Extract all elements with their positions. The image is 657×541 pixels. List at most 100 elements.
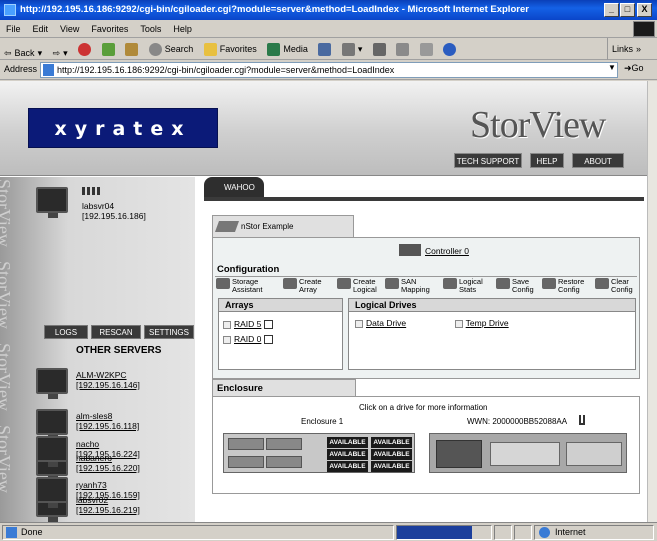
home-button[interactable] xyxy=(121,38,142,60)
nstor-tab-label: nStor Example xyxy=(241,222,294,231)
address-dropdown-icon[interactable]: ▼ xyxy=(608,63,616,72)
controller-link[interactable]: Controller 0 xyxy=(425,246,469,256)
server-link-ip[interactable]: [192.195.16.159] xyxy=(76,490,140,500)
available-drive[interactable]: AVAILABLE xyxy=(327,449,368,460)
server-link-ip[interactable]: [192.195.16.220] xyxy=(76,463,140,473)
toolbar: ⇦ Back ▾ ⇨ ▾ Search Favorites Media ▾ Lin… xyxy=(0,38,657,60)
storage-assistant-button[interactable]: Storage Assistant xyxy=(216,278,262,294)
menu-bar: File Edit View Favorites Tools Help xyxy=(0,20,657,38)
status-bar: Done Internet xyxy=(0,522,657,541)
logical-drives-box: Logical Drives Data Drive Temp Drive xyxy=(348,298,636,370)
logical-stats-button[interactable]: Logical Stats xyxy=(443,278,483,294)
window-title-bar: http://192.195.16.186:9292/cgi-bin/cgilo… xyxy=(0,0,657,20)
drive-slot[interactable] xyxy=(266,456,302,468)
help-button[interactable]: HELP xyxy=(530,153,564,168)
san-mapping-button[interactable]: SAN Mapping xyxy=(385,278,430,294)
menu-edit[interactable]: Edit xyxy=(27,20,55,38)
server-link-name[interactable]: ALM-W2KPC xyxy=(76,370,127,380)
available-drive[interactable]: AVAILABLE xyxy=(327,461,368,472)
server-monitor-icon[interactable] xyxy=(36,477,68,508)
array-edit-icon[interactable] xyxy=(263,335,273,345)
array-checkbox[interactable] xyxy=(223,335,231,344)
settings-button[interactable]: SETTINGS xyxy=(144,325,194,339)
sidebar-watermark: StorView xyxy=(0,343,14,411)
available-drive[interactable]: AVAILABLE xyxy=(327,437,368,448)
progress-bar xyxy=(396,525,492,540)
messenger-button[interactable] xyxy=(439,38,460,60)
address-input[interactable]: http://192.195.16.186:9292/cgi-bin/cgilo… xyxy=(40,62,618,78)
history-button[interactable] xyxy=(314,38,335,60)
restore-config-button[interactable]: Restore Config xyxy=(542,278,584,294)
discuss-button[interactable] xyxy=(416,38,437,60)
logical-drive-checkbox[interactable] xyxy=(454,319,463,328)
tech-support-button[interactable]: TECH SUPPORT xyxy=(454,153,522,168)
drive-slot[interactable] xyxy=(228,438,264,450)
server-monitor-icon[interactable] xyxy=(36,436,68,467)
mail-button[interactable]: ▾ xyxy=(338,38,367,60)
logical-drive-checkbox[interactable] xyxy=(355,319,363,328)
logs-button[interactable]: LOGS xyxy=(44,325,88,339)
array-checkbox[interactable] xyxy=(223,320,231,329)
maximize-button[interactable]: □ xyxy=(620,3,635,17)
server-link-name[interactable]: ryanh73 xyxy=(76,480,107,490)
rescan-button[interactable]: RESCAN xyxy=(91,325,141,339)
links-button[interactable]: Links » xyxy=(607,38,645,60)
create-logical-button[interactable]: Create Logical xyxy=(337,278,377,294)
vertical-scrollbar[interactable] xyxy=(647,81,657,522)
server-link-name[interactable]: alm-sles8 xyxy=(76,411,112,421)
array-link[interactable]: RAID 0 xyxy=(234,334,261,344)
server-link-ip[interactable]: [192.195.16.146] xyxy=(76,380,140,390)
controller-icon xyxy=(399,244,421,256)
controller-module[interactable] xyxy=(490,442,560,466)
page-done-icon xyxy=(6,527,17,538)
logical-drive-item: Data Drive xyxy=(355,318,406,328)
logical-drive-link[interactable]: Temp Drive xyxy=(466,318,509,328)
drive-slot[interactable] xyxy=(266,438,302,450)
storage-assistant-icon xyxy=(216,278,230,289)
server-link-ip[interactable]: [192.195.16.224] xyxy=(76,449,140,459)
menu-file[interactable]: File xyxy=(0,20,27,38)
san-mapping-icon xyxy=(385,278,399,289)
clear-config-button[interactable]: Clear Config xyxy=(595,278,633,294)
media-button[interactable]: Media xyxy=(263,38,312,60)
menu-tools[interactable]: Tools xyxy=(134,20,167,38)
minimize-button[interactable]: _ xyxy=(604,3,619,17)
server-monitor-icon[interactable] xyxy=(36,409,68,440)
available-drive[interactable]: AVAILABLE xyxy=(371,461,412,472)
available-drive[interactable]: AVAILABLE xyxy=(371,437,412,448)
menu-favorites[interactable]: Favorites xyxy=(85,20,134,38)
save-config-button[interactable]: Save Config xyxy=(496,278,534,294)
stop-button[interactable] xyxy=(74,38,95,60)
power-supply-module[interactable] xyxy=(436,440,482,468)
edit-button[interactable] xyxy=(392,38,413,60)
refresh-button[interactable] xyxy=(98,38,119,60)
server-monitor-icon[interactable] xyxy=(36,368,68,399)
enclosure-tab[interactable]: Enclosure xyxy=(212,379,356,397)
print-button[interactable] xyxy=(369,38,390,60)
available-drive[interactable]: AVAILABLE xyxy=(371,449,412,460)
logical-drive-link[interactable]: Data Drive xyxy=(366,318,406,328)
address-bar: Address http://192.195.16.186:9292/cgi-b… xyxy=(0,60,657,80)
about-button[interactable]: ABOUT xyxy=(572,153,624,168)
current-server-ip: [192.195.16.186] xyxy=(82,211,146,221)
menu-view[interactable]: View xyxy=(54,20,85,38)
menu-help[interactable]: Help xyxy=(167,20,198,38)
favorites-button[interactable]: Favorites xyxy=(200,38,261,60)
tab-wahoo[interactable]: WAHOO xyxy=(204,177,264,199)
home-icon xyxy=(125,42,139,56)
array-link[interactable]: RAID 5 xyxy=(234,319,261,329)
history-icon xyxy=(318,42,332,56)
server-link-ip[interactable]: [192.195.16.219] xyxy=(76,505,140,515)
back-arrow-icon: ⇦ xyxy=(4,47,12,58)
server-link-name[interactable]: nacho xyxy=(76,439,99,449)
tab-nstor-example[interactable]: nStor Example xyxy=(212,215,354,237)
array-edit-icon[interactable] xyxy=(263,320,273,330)
server-link-ip[interactable]: [192.195.16.118] xyxy=(76,421,139,431)
drive-slot[interactable] xyxy=(228,456,264,468)
server-monitor-icon[interactable] xyxy=(36,187,68,218)
go-button[interactable]: ➜Go xyxy=(624,63,644,74)
close-button[interactable]: X xyxy=(637,3,652,17)
io-module[interactable] xyxy=(566,442,622,466)
create-array-button[interactable]: Create Array xyxy=(283,278,322,294)
search-button[interactable]: Search xyxy=(145,38,198,60)
